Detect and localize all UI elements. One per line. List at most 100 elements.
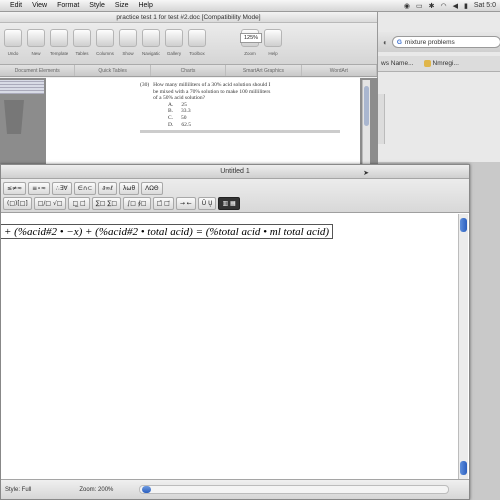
document-shape	[4, 100, 24, 134]
ribbon-tab[interactable]: Document Elements	[0, 65, 76, 76]
equation-title-bar: Untitled 1 ➤	[1, 165, 469, 179]
scroll-knob[interactable]	[142, 486, 152, 493]
ribbon-tab[interactable]: Quick Tables	[75, 65, 151, 76]
next-question-line	[140, 130, 340, 134]
toolbar-label: Help	[268, 51, 278, 56]
bookmark-item[interactable]: Nmregi...	[423, 60, 459, 67]
palette-button[interactable]: ≤≠≈	[3, 182, 27, 195]
palette-button[interactable]: ∈∩⊂	[73, 182, 97, 195]
document-scrollbar[interactable]	[362, 80, 370, 164]
search-value: mixture problems	[404, 38, 455, 46]
toolbar-label: Columns	[96, 51, 114, 56]
toolbar-label: Navigation	[142, 51, 160, 56]
menu-view[interactable]: View	[27, 2, 52, 9]
toolbar-label: Show	[122, 51, 134, 56]
zoom-field[interactable]: 125%	[240, 33, 262, 43]
ribbon-tab[interactable]: WordArt	[302, 65, 378, 76]
answer-choice: C. 50	[168, 114, 187, 121]
reload-icon[interactable]: ◐	[383, 38, 388, 47]
horizontal-scrollbar[interactable]	[139, 485, 449, 494]
help-icon[interactable]	[264, 29, 282, 47]
palette-button[interactable]: Ū Ų	[197, 197, 217, 210]
ribbon-tab[interactable]: SmartArt Graphics	[226, 65, 302, 76]
bookmarks-bar: ws Name... Nmregi...	[377, 56, 500, 72]
toolbar-label: Gallery	[166, 51, 182, 56]
bookmark-label: ws Name...	[381, 60, 414, 67]
menu-edit[interactable]: Edit	[0, 2, 27, 9]
palette-button[interactable]: → ←	[175, 197, 196, 210]
ribbon-tab[interactable]: Charts	[151, 65, 227, 76]
equation-status-bar: Style: Full Zoom: 200%	[1, 479, 469, 499]
word-window: practice test 1 for test #2.doc [Compati…	[0, 12, 378, 164]
word-ribbon: Document Elements Quick Tables Charts Sm…	[0, 65, 378, 77]
toolbar-label: Toolbox	[189, 51, 205, 56]
browser-search-row: ◐ G mixture problems	[377, 32, 500, 52]
word-toolbar: 125% Undo New Templates Tables Columns S…	[0, 23, 377, 65]
scroll-thumb[interactable]	[364, 86, 369, 126]
bluetooth-icon[interactable]: ✱	[429, 2, 435, 10]
palette-button[interactable]: λωθ	[118, 182, 140, 195]
clock[interactable]: Sat 5:0	[474, 2, 496, 9]
status-style[interactable]: Style: Full	[1, 487, 35, 493]
toolbar-label: Zoom	[244, 51, 256, 56]
bookmark-icon	[423, 60, 431, 67]
equation-scrollbar[interactable]	[458, 214, 468, 479]
volume-icon[interactable]: ◀	[453, 2, 458, 10]
toolbar-label: Templates	[50, 51, 68, 56]
new-icon[interactable]	[27, 29, 45, 47]
bookmark-label: Nmregi...	[432, 60, 459, 67]
toolbar-label: Undo	[7, 51, 19, 56]
palette-button[interactable]: ∂∞ℓ	[98, 182, 117, 195]
show-icon[interactable]	[119, 29, 137, 47]
document-area: (30) How many milliliters of a 30% acid …	[0, 78, 378, 164]
cursor-icon: ➤	[363, 170, 369, 177]
palette-button[interactable]: ∑□ ∑□	[91, 197, 122, 210]
wifi-icon[interactable]: ◠	[440, 2, 446, 10]
symbol-palette: ≤≠≈ ≡∘≈ ∴∃∀ ∈∩⊂ ∂∞ℓ λωθ ΛΩΘ (□)[□] □/□ √…	[1, 179, 469, 213]
status-menu-area: ◉ ▭ ✱ ◠ ◀ ▮ Sat 5:0	[404, 2, 500, 10]
equation-formula[interactable]: + (%acid#2 • −x) + (%acid#2 • total acid…	[1, 224, 334, 239]
menu-size[interactable]: Size	[110, 2, 134, 9]
answer-choice: D. 62.5	[168, 121, 191, 128]
palette-button[interactable]: (□)[□]	[3, 197, 32, 210]
gallery-icon[interactable]	[165, 29, 183, 47]
spotlight-icon[interactable]: ◉	[404, 2, 410, 10]
menu-format[interactable]: Format	[52, 2, 84, 9]
menu-style[interactable]: Style	[84, 2, 110, 9]
scroll-down-icon[interactable]	[460, 461, 467, 475]
palette-button[interactable]: ΛΩΘ	[141, 182, 163, 195]
palette-button[interactable]: ∴∃∀	[51, 182, 72, 195]
battery-icon[interactable]: ▮	[464, 2, 468, 10]
undo-icon[interactable]	[4, 29, 22, 47]
toolbox-icon[interactable]	[188, 29, 206, 47]
palette-button[interactable]: ∫□ ∮□	[123, 197, 151, 210]
palette-button[interactable]: ≡∘≈	[28, 182, 50, 195]
status-zoom[interactable]: Zoom: 200%	[75, 487, 117, 493]
toolbar-label: Tables	[75, 51, 89, 56]
scroll-up-icon[interactable]	[460, 218, 467, 232]
palette-button[interactable]: ▥ ▦	[218, 197, 240, 210]
templates-icon[interactable]	[50, 29, 68, 47]
answer-choice: B. 33.3	[168, 108, 191, 115]
menu-bar: Edit View Format Style Size Help ◉ ▭ ✱ ◠…	[0, 0, 500, 12]
equation-edit-area[interactable]: + (%acid#2 • −x) + (%acid#2 • total acid…	[1, 214, 459, 479]
browser-window: ◐ G mixture problems ws Name... Nmregi..…	[376, 12, 500, 162]
page-thumbnail[interactable]	[0, 80, 44, 94]
equation-editor-window: Untitled 1 ➤ ≤≠≈ ≡∘≈ ∴∃∀ ∈∩⊂ ∂∞ℓ λωθ ΛΩΘ…	[0, 164, 470, 500]
navigation-icon[interactable]	[142, 29, 160, 47]
browser-scrollbar[interactable]	[377, 94, 385, 144]
word-title: practice test 1 for test #2.doc [Compati…	[0, 12, 377, 23]
answer-choice: A. 25	[168, 101, 187, 108]
search-input[interactable]: G mixture problems	[391, 36, 500, 48]
bookmark-item[interactable]: ws Name...	[381, 60, 414, 67]
palette-button[interactable]: □̲ □̇	[68, 197, 90, 210]
equation-title: Untitled 1	[220, 168, 250, 175]
document-page[interactable]: (30) How many milliliters of a 30% acid …	[46, 78, 360, 164]
palette-button[interactable]: □/□ √□	[33, 197, 67, 210]
google-icon: G	[396, 38, 402, 46]
display-icon[interactable]: ▭	[416, 2, 423, 10]
tables-icon[interactable]	[73, 29, 91, 47]
menu-help[interactable]: Help	[133, 2, 157, 9]
palette-button[interactable]: □̄ □⃗	[152, 197, 174, 210]
columns-icon[interactable]	[96, 29, 114, 47]
